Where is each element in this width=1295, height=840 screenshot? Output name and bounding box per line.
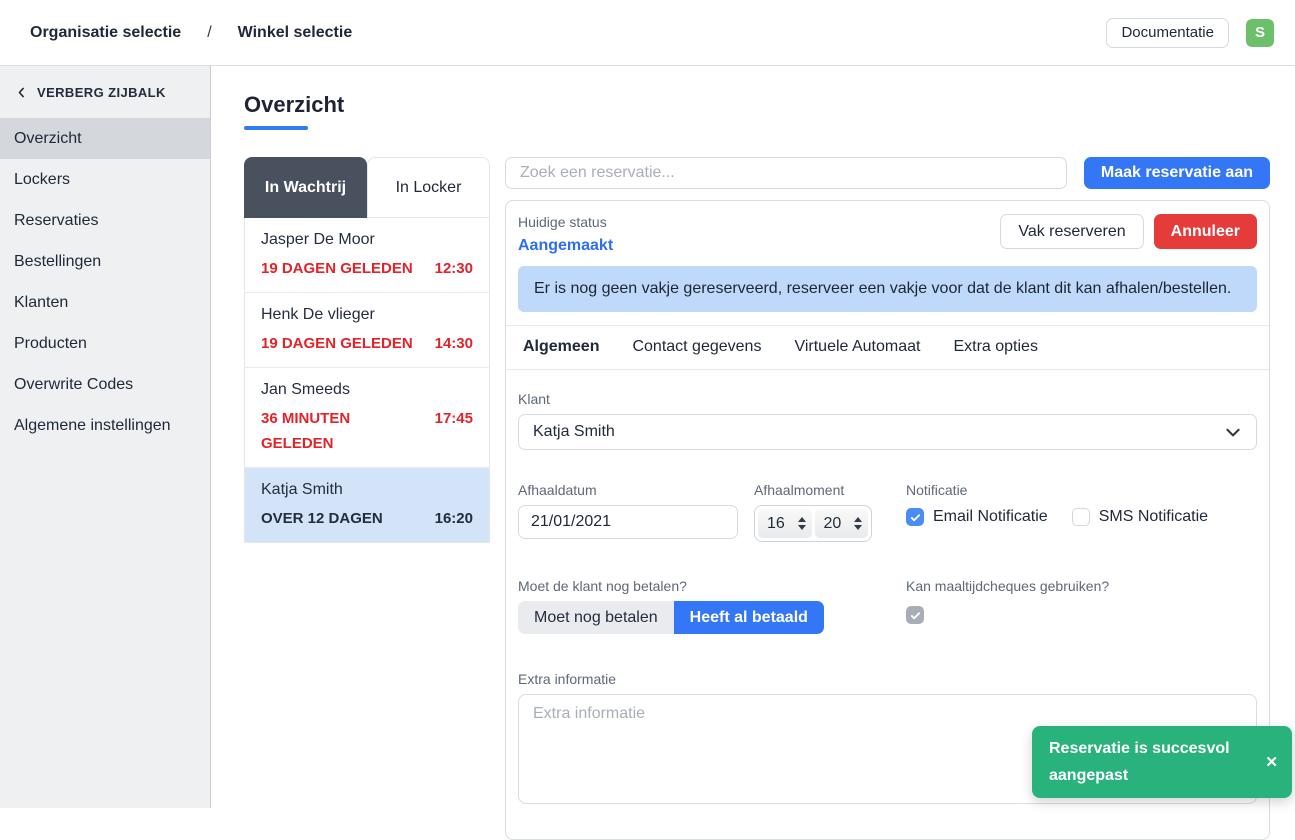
stepper-arrows-icon[interactable] <box>854 517 862 530</box>
reservation-time: 14:30 <box>435 331 473 356</box>
status-label: Huidige status <box>518 214 613 230</box>
stepper-arrows-icon[interactable] <box>798 517 806 530</box>
tab-algemeen[interactable]: Algemeen <box>523 338 599 356</box>
sms-notificatie-label: SMS Notificatie <box>1099 508 1208 526</box>
minute-stepper[interactable]: 20 <box>815 509 869 538</box>
success-toast: Reservatie is succesvol aangepast ✕ <box>1032 726 1292 798</box>
email-notificatie-label: Email Notificatie <box>933 508 1048 526</box>
notificatie-group: Notificatie Email Notificatie SMS Notifi… <box>906 482 1208 526</box>
afhaaldatum-group: Afhaaldatum <box>518 482 738 542</box>
queue-column: In Wachtrij In Locker Jasper De Moor 19 … <box>244 157 490 543</box>
reserve-slot-button[interactable]: Vak reserveren <box>1000 214 1143 249</box>
detail-tabs: Algemeen Contact gegevens Virtuele Autom… <box>518 326 1257 369</box>
sidebar-item-producten[interactable]: Producten <box>0 323 210 364</box>
tab-contact-gegevens[interactable]: Contact gegevens <box>632 338 761 356</box>
time-stepper: 16 20 <box>754 505 872 542</box>
meal-voucher-group: Kan maaltijdcheques gebruiken? <box>906 578 1109 624</box>
info-alert: Er is nog geen vakje gereserveerd, reser… <box>518 266 1257 312</box>
klant-select-value: Katja Smith <box>533 423 615 441</box>
list-item-katja[interactable]: Katja Smith OVER 12 DAGEN 16:20 <box>245 468 489 542</box>
tab-extra-opties[interactable]: Extra opties <box>953 338 1037 356</box>
main-area: Overzicht In Wachtrij In Locker Jasper D… <box>211 66 1295 808</box>
extra-info-label: Extra informatie <box>518 671 1257 687</box>
create-reservation-button[interactable]: Maak reservatie aan <box>1084 157 1270 189</box>
hide-sidebar-label: VERBERG ZIJBALK <box>37 85 166 100</box>
sidebar-item-algemene-instellingen[interactable]: Algemene instellingen <box>0 405 210 446</box>
tab-virtuele-automaat[interactable]: Virtuele Automaat <box>794 338 920 356</box>
close-icon[interactable]: ✕ <box>1265 753 1278 771</box>
queue-tabs: In Wachtrij In Locker <box>244 157 490 218</box>
list-item-henk[interactable]: Henk De vlieger 19 DAGEN GELEDEN 14:30 <box>245 293 489 368</box>
reservation-list: Jasper De Moor 19 DAGEN GELEDEN 12:30 He… <box>244 218 490 543</box>
chevron-left-icon <box>15 86 28 99</box>
breadcrumb-separator: / <box>207 24 211 42</box>
sidebar-item-overwrite-codes[interactable]: Overwrite Codes <box>0 364 210 405</box>
status-value: Aangemaakt <box>518 237 613 255</box>
afhaalmoment-label: Afhaalmoment <box>754 482 872 498</box>
minute-value: 20 <box>824 515 842 533</box>
chevron-down-icon <box>1224 423 1242 441</box>
sidebar-item-overzicht[interactable]: Overzicht <box>0 118 210 159</box>
cancel-button[interactable]: Annuleer <box>1154 214 1257 249</box>
search-input[interactable] <box>505 157 1067 189</box>
title-underline <box>244 126 308 130</box>
hour-stepper[interactable]: 16 <box>758 509 812 538</box>
toast-message: Reservatie is succesvol aangepast <box>1049 735 1257 789</box>
sidebar-item-lockers[interactable]: Lockers <box>0 159 210 200</box>
page-title: Overzicht <box>244 92 1270 118</box>
topbar: Organisatie selectie / Winkel selectie D… <box>0 0 1295 66</box>
reservation-name: Katja Smith <box>261 481 473 499</box>
breadcrumb-organisatie[interactable]: Organisatie selectie <box>30 24 181 42</box>
documentation-button[interactable]: Documentatie <box>1106 18 1229 48</box>
reservation-age: 19 DAGEN GELEDEN <box>261 331 413 356</box>
reservation-age: OVER 12 DAGEN <box>261 506 383 531</box>
reservation-name: Jan Smeeds <box>261 381 473 399</box>
breadcrumb: Organisatie selectie / Winkel selectie <box>30 24 352 42</box>
klant-select[interactable]: Katja Smith <box>518 414 1257 450</box>
payment-group: Moet de klant nog betalen? Moet nog beta… <box>518 578 1257 634</box>
hour-value: 16 <box>767 515 785 533</box>
notificatie-label: Notificatie <box>906 482 1208 498</box>
user-avatar[interactable]: S <box>1246 19 1274 47</box>
meal-voucher-checkbox[interactable] <box>906 606 924 624</box>
reservation-time: 16:20 <box>435 506 473 531</box>
check-icon <box>910 610 921 621</box>
sidebar: VERBERG ZIJBALK Overzicht Lockers Reserv… <box>0 66 211 808</box>
payment-label: Moet de klant nog betalen? <box>518 578 1257 594</box>
reservation-time: 17:45 <box>435 406 473 456</box>
sidebar-item-reservaties[interactable]: Reservaties <box>0 200 210 241</box>
sidebar-item-bestellingen[interactable]: Bestellingen <box>0 241 210 282</box>
topbar-actions: Documentatie S <box>1106 18 1274 48</box>
meal-voucher-label: Kan maaltijdcheques gebruiken? <box>906 578 1109 594</box>
breadcrumb-winkel[interactable]: Winkel selectie <box>238 24 353 42</box>
payment-option-heeft-al-betaald[interactable]: Heeft al betaald <box>674 601 824 634</box>
sms-notificatie-checkbox[interactable] <box>1072 508 1090 526</box>
status-block: Huidige status Aangemaakt <box>518 214 613 255</box>
reservation-age: 36 MINUTEN GELEDEN <box>261 406 381 456</box>
afhaaldatum-label: Afhaaldatum <box>518 482 738 498</box>
hide-sidebar-button[interactable]: VERBERG ZIJBALK <box>0 66 210 118</box>
content: VERBERG ZIJBALK Overzicht Lockers Reserv… <box>0 66 1295 808</box>
klant-label: Klant <box>518 391 1257 407</box>
tab-in-locker[interactable]: In Locker <box>367 157 490 218</box>
klant-group: Klant Katja Smith <box>518 391 1257 450</box>
sidebar-item-klanten[interactable]: Klanten <box>0 282 210 323</box>
payment-option-moet-nog-betalen[interactable]: Moet nog betalen <box>518 601 674 634</box>
tab-in-wachtrij[interactable]: In Wachtrij <box>244 157 367 218</box>
afhaalmoment-group: Afhaalmoment 16 20 <box>754 482 872 542</box>
afhaaldatum-input[interactable] <box>518 505 738 539</box>
list-item-jasper[interactable]: Jasper De Moor 19 DAGEN GELEDEN 12:30 <box>245 218 489 293</box>
reservation-time: 12:30 <box>435 256 473 281</box>
email-notificatie-checkbox[interactable] <box>906 508 924 526</box>
check-icon <box>910 512 921 523</box>
list-item-jan[interactable]: Jan Smeeds 36 MINUTEN GELEDEN 17:45 <box>245 368 489 468</box>
reservation-name: Henk De vlieger <box>261 306 473 324</box>
reservation-name: Jasper De Moor <box>261 231 473 249</box>
reservation-age: 19 DAGEN GELEDEN <box>261 256 413 281</box>
payment-toggle: Moet nog betalen Heeft al betaald <box>518 601 824 634</box>
